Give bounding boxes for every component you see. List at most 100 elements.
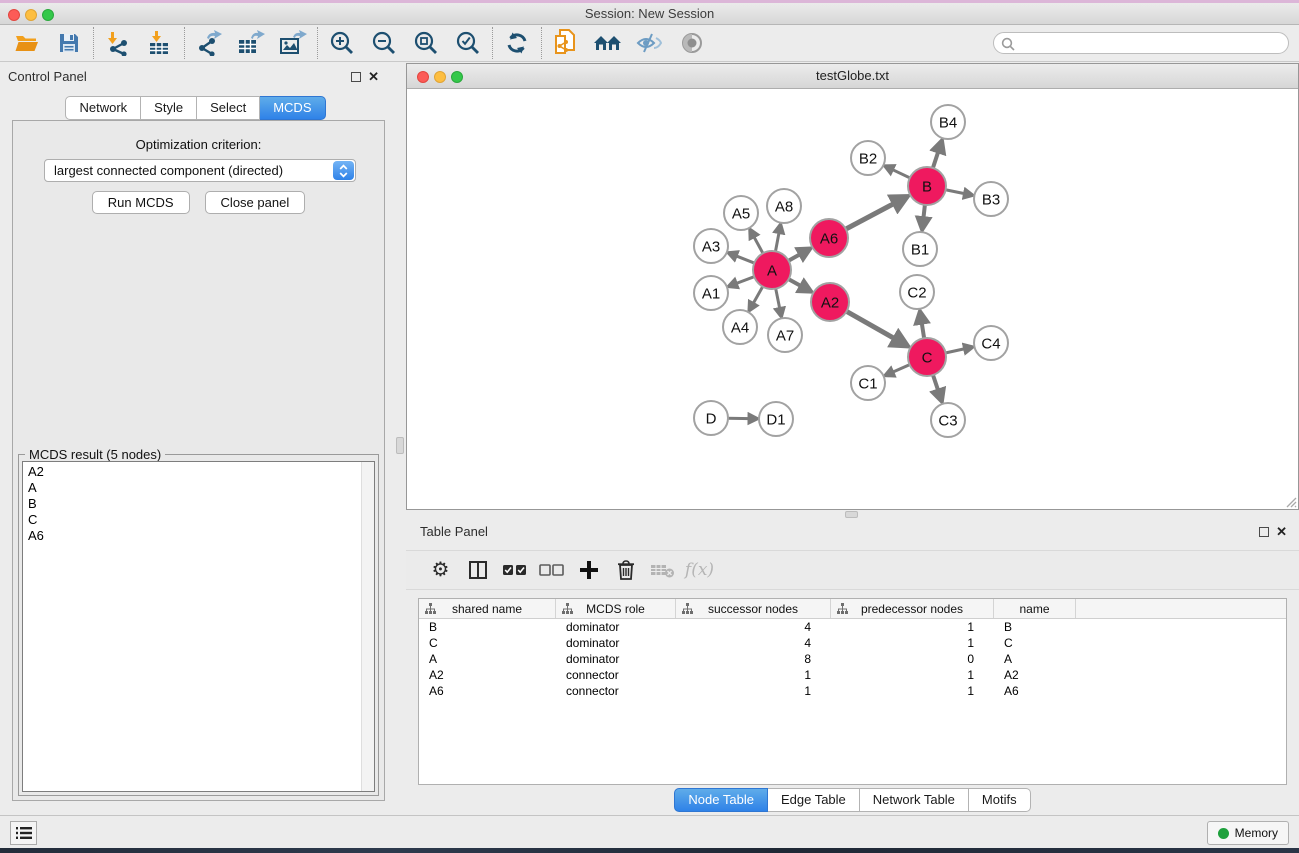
table-row[interactable]: Bdominator41B — [419, 619, 1286, 635]
memory-button[interactable]: Memory — [1207, 821, 1289, 845]
save-floppy-icon — [57, 31, 81, 55]
network-window-titlebar[interactable]: testGlobe.txt — [407, 64, 1298, 89]
graph-node-B2[interactable]: B2 — [851, 141, 885, 175]
network-canvas[interactable]: A A1 A2 A3 A4 A5 A6 A7 A8 B B1 B2 B3 B4 C C1 C2 C3 C4 D D1 — [407, 89, 1298, 509]
refresh-view-button[interactable] — [496, 26, 538, 60]
zoom-in-icon — [329, 30, 355, 56]
import-network-button[interactable] — [97, 26, 139, 60]
graph-node-A7[interactable]: A7 — [768, 318, 802, 352]
column-header-name[interactable]: name — [994, 599, 1076, 618]
graph-node-D1[interactable]: D1 — [759, 402, 793, 436]
tab-network-table[interactable]: Network Table — [860, 788, 969, 812]
graph-node-A5[interactable]: A5 — [724, 196, 758, 230]
tab-mcds[interactable]: MCDS — [260, 96, 325, 120]
desktop-background-strip — [0, 848, 1299, 853]
show-panels-button[interactable] — [671, 26, 713, 60]
zoom-out-button[interactable] — [363, 26, 405, 60]
select-all-columns-button[interactable] — [496, 553, 533, 587]
tab-select[interactable]: Select — [197, 96, 260, 120]
zoom-selected-button[interactable] — [447, 26, 489, 60]
hide-panels-button[interactable] — [629, 26, 671, 60]
export-image-button[interactable] — [272, 26, 314, 60]
import-network-icon — [105, 30, 131, 56]
open-session-button[interactable] — [6, 26, 48, 60]
add-column-button[interactable] — [570, 553, 607, 587]
table-row[interactable]: A6connector11A6 — [419, 683, 1286, 699]
node-label: A6 — [820, 230, 838, 247]
close-panel-button[interactable]: Close panel — [205, 191, 306, 214]
graph-node-B1[interactable]: B1 — [903, 232, 937, 266]
column-header-successor-nodes[interactable]: successor nodes — [676, 599, 831, 618]
graph-node-A1[interactable]: A1 — [694, 276, 728, 310]
graph-node-C[interactable]: C — [908, 338, 946, 376]
refresh-icon — [505, 31, 529, 55]
float-table-panel-icon[interactable] — [1259, 527, 1269, 537]
zoom-selected-icon — [455, 30, 481, 56]
result-list-item[interactable]: A6 — [28, 528, 358, 544]
graph-node-A[interactable]: A — [753, 251, 791, 289]
graph-node-A8[interactable]: A8 — [767, 189, 801, 223]
save-session-button[interactable] — [48, 26, 90, 60]
export-table-button[interactable] — [230, 26, 272, 60]
tab-network[interactable]: Network — [65, 96, 141, 120]
node-label: C4 — [981, 335, 1000, 352]
graph-node-B[interactable]: B — [908, 167, 946, 205]
column-header-MCDS-role[interactable]: MCDS role — [556, 599, 676, 618]
run-mcds-button[interactable]: Run MCDS — [92, 191, 190, 214]
zoom-in-button[interactable] — [321, 26, 363, 60]
export-network-button[interactable] — [188, 26, 230, 60]
result-list-item[interactable]: C — [28, 512, 358, 528]
tab-edge-table[interactable]: Edge Table — [768, 788, 860, 812]
window-resize-grip[interactable] — [1284, 495, 1297, 508]
function-builder-button[interactable]: f(x) — [681, 553, 718, 587]
vertical-splitter-handle[interactable] — [396, 437, 404, 454]
task-history-button[interactable] — [10, 821, 37, 845]
result-list-item[interactable]: A — [28, 480, 358, 496]
graph-node-C1[interactable]: C1 — [851, 366, 885, 400]
table-settings-button[interactable]: ⚙ — [422, 553, 459, 587]
column-header-label: shared name — [452, 602, 522, 616]
column-header-shared-name[interactable]: shared name — [419, 599, 556, 618]
result-list-scrollbar[interactable] — [361, 462, 374, 791]
graph-node-A3[interactable]: A3 — [694, 229, 728, 263]
column-header-predecessor-nodes[interactable]: predecessor nodes — [831, 599, 994, 618]
import-table-button[interactable] — [139, 26, 181, 60]
graph-node-A2[interactable]: A2 — [811, 283, 849, 321]
criterion-dropdown[interactable]: largest connected component (directed) — [44, 159, 356, 182]
search-input[interactable] — [1018, 34, 1280, 52]
memory-status-icon — [1218, 828, 1229, 839]
graph-node-C2[interactable]: C2 — [900, 275, 934, 309]
float-panel-icon[interactable] — [351, 72, 361, 82]
delete-table-button[interactable] — [644, 553, 681, 587]
toolbar-separator — [317, 27, 318, 59]
graph-node-A4[interactable]: A4 — [723, 310, 757, 344]
graph-node-C3[interactable]: C3 — [931, 403, 965, 437]
zoom-fit-button[interactable] — [405, 26, 447, 60]
graph-node-B3[interactable]: B3 — [974, 182, 1008, 216]
toolbar-separator — [492, 27, 493, 59]
table-row[interactable]: Cdominator41C — [419, 635, 1286, 651]
result-list-item[interactable]: B — [28, 496, 358, 512]
delete-column-button[interactable] — [607, 553, 644, 587]
tab-node-table[interactable]: Node Table — [674, 788, 768, 812]
tab-style[interactable]: Style — [141, 96, 197, 120]
new-network-from-selection-button[interactable] — [545, 26, 587, 60]
graph-node-B4[interactable]: B4 — [931, 105, 965, 139]
table-row[interactable]: Adominator80A — [419, 651, 1286, 667]
home-galaxy-button[interactable] — [587, 26, 629, 60]
column-header-label: name — [1019, 602, 1049, 616]
status-bar: Memory — [0, 815, 1299, 848]
graph-node-C4[interactable]: C4 — [974, 326, 1008, 360]
graph-node-A6[interactable]: A6 — [810, 219, 848, 257]
unselect-all-columns-button[interactable] — [533, 553, 570, 587]
eye-slash-icon — [636, 32, 664, 54]
table-row[interactable]: A2connector11A2 — [419, 667, 1286, 683]
close-panel-icon[interactable]: ✕ — [368, 69, 379, 85]
tab-motifs[interactable]: Motifs — [969, 788, 1031, 812]
split-columns-button[interactable] — [459, 553, 496, 587]
close-table-panel-icon[interactable]: ✕ — [1276, 524, 1287, 540]
graph-node-D[interactable]: D — [694, 401, 728, 435]
horizontal-splitter-handle[interactable] — [845, 511, 858, 518]
result-list-item[interactable]: A2 — [28, 464, 358, 480]
search-box[interactable] — [993, 32, 1289, 54]
